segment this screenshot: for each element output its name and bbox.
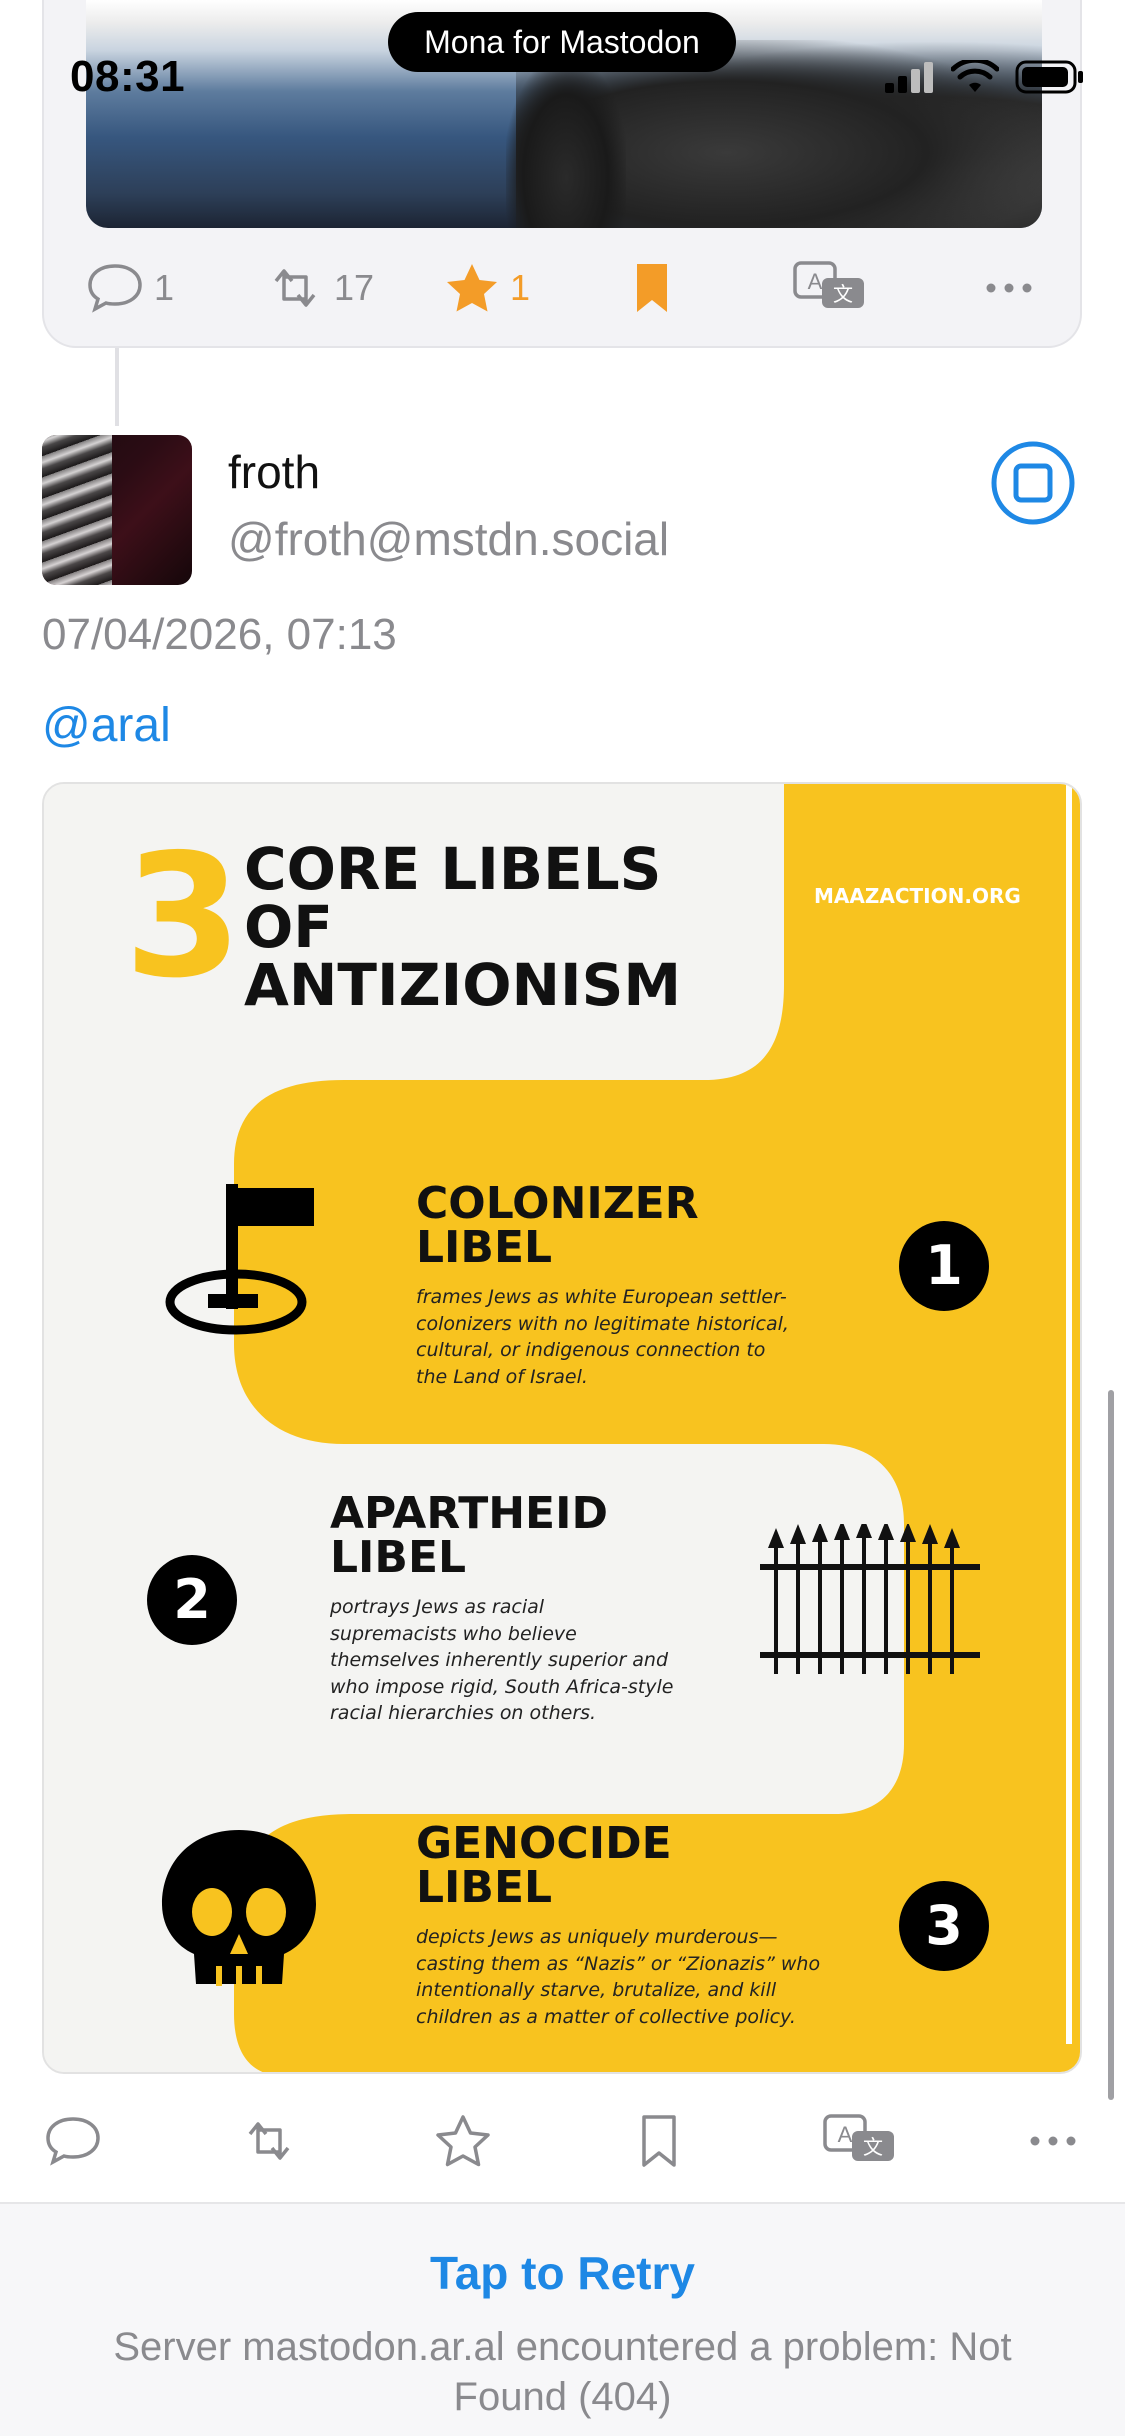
- item1-body-line: the Land of Israel.: [416, 1365, 588, 1388]
- more-button[interactable]: [984, 258, 1034, 318]
- translate-icon: A文: [793, 261, 864, 308]
- item2-body-line: themselves inherently superior and: [330, 1649, 669, 1672]
- svg-text:A: A: [808, 269, 823, 294]
- reply-icon: [88, 264, 142, 313]
- boost-button[interactable]: [234, 2108, 304, 2174]
- follow-square-icon[interactable]: [990, 440, 1076, 526]
- item3-title-line1: GENOCIDE: [416, 1818, 672, 1869]
- bookmark-filled-icon: [637, 264, 667, 312]
- item1-body-line: frames Jews as white European settler-: [416, 1286, 787, 1308]
- reply-count: 1: [154, 267, 175, 308]
- infographic-title-line3: ANTIZIONISM: [244, 951, 682, 1019]
- star-outline-icon: [436, 2115, 490, 2167]
- bookmark-button[interactable]: [634, 258, 670, 318]
- flag-icon: [165, 1184, 314, 1335]
- boost-icon: [274, 269, 316, 307]
- wifi-icon: [951, 60, 999, 92]
- item2-number: 2: [173, 1568, 211, 1631]
- post-timestamp: 07/04/2026, 07:13: [42, 610, 397, 659]
- item3-body-line: casting them as “Nazis” or “Zionazis” wh…: [416, 1952, 821, 1975]
- ellipsis-icon: [986, 283, 1032, 293]
- item1-title-line2: LIBEL: [416, 1222, 553, 1273]
- battery-icon: [1015, 60, 1083, 94]
- status-icons: [883, 60, 1085, 94]
- number-badge-1: 1: [899, 1221, 989, 1311]
- item3-body: depicts Jews as uniquely murderous— cast…: [416, 1924, 820, 2030]
- svg-text:A: A: [838, 2122, 853, 2147]
- fence-icon: [760, 1524, 980, 1674]
- crowd-shape-2: [506, 60, 626, 228]
- item2-body-line: portrays Jews as racial: [330, 1596, 545, 1618]
- post-actions: A文: [0, 2108, 1125, 2174]
- translate-button[interactable]: A文: [820, 2108, 900, 2174]
- svg-text:文: 文: [833, 282, 853, 306]
- number-badge-2: 2: [147, 1555, 237, 1645]
- boost-button[interactable]: 17: [266, 258, 374, 318]
- item1-body-line: colonizers with no legitimate historical…: [416, 1312, 789, 1335]
- avatar[interactable]: [42, 435, 192, 585]
- item1-number: 1: [925, 1234, 963, 1297]
- item1-body-line: cultural, or indigenous connection to: [416, 1339, 766, 1362]
- bookmark-outline-icon: [642, 2115, 676, 2167]
- avatar-image-detail: [42, 435, 112, 585]
- media-attachment[interactable]: 3 CORE LIBELS OF ANTIZIONISM MAAZACTION.…: [42, 782, 1082, 2074]
- bookmark-button[interactable]: [624, 2108, 694, 2174]
- reply-icon: [46, 2117, 100, 2166]
- item2-body: portrays Jews as racial supremacists who…: [330, 1594, 673, 1727]
- infographic-big-number: 3: [124, 818, 243, 1016]
- status-time: 08:31: [70, 52, 186, 101]
- infographic-title-line2: OF: [244, 893, 333, 961]
- favourite-count: 1: [510, 267, 531, 308]
- infographic-site-label: MAAZACTION.ORG: [814, 884, 1021, 908]
- ellipsis-icon: [1030, 2136, 1076, 2146]
- more-button[interactable]: [1018, 2108, 1088, 2174]
- boost-count: 17: [334, 267, 375, 308]
- item2-body-line: supremacists who believe: [330, 1622, 577, 1645]
- previous-post-actions: 1 17 1 A文: [44, 258, 1084, 318]
- item2-title-line2: LIBEL: [330, 1532, 467, 1583]
- translate-icon: A文: [823, 2114, 894, 2161]
- item3-body-line: intentionally starve, brutalize, and kil…: [416, 1979, 777, 2002]
- error-message: Server mastodon.ar.al encountered a prob…: [113, 2325, 1012, 2419]
- item2-body-line: racial hierarchies on others.: [330, 1702, 597, 1725]
- item3-body-line: children as a matter of collective polic…: [416, 2005, 796, 2028]
- app-name-pill[interactable]: Mona for Mastodon: [388, 12, 736, 72]
- account-handle[interactable]: @froth@mstdn.social: [228, 512, 669, 566]
- favourite-button[interactable]: 1: [444, 258, 530, 318]
- skull-icon: [162, 1830, 316, 1986]
- thread-connector-line: [115, 348, 119, 426]
- reply-button[interactable]: [38, 2108, 108, 2174]
- mention-link[interactable]: @aral: [42, 698, 171, 753]
- item3-number: 3: [925, 1894, 963, 1957]
- star-filled-icon: [447, 264, 497, 312]
- item1-title-line1: COLONIZER: [416, 1178, 699, 1229]
- translate-button[interactable]: A文: [792, 258, 868, 318]
- item3-body-line: depicts Jews as uniquely murderous—: [416, 1926, 778, 1948]
- item3-title-line2: LIBEL: [416, 1862, 553, 1913]
- svg-text:文: 文: [863, 2135, 883, 2159]
- item1-body: frames Jews as white European settler- c…: [416, 1284, 789, 1390]
- item2-body-line: who impose rigid, South Africa-style: [330, 1675, 674, 1698]
- tap-to-retry-button[interactable]: Tap to Retry: [0, 2246, 1125, 2300]
- number-badge-3: 3: [899, 1881, 989, 1971]
- cellular-signal-icon: [885, 62, 933, 93]
- scrollbar[interactable]: [1108, 1390, 1114, 2100]
- display-name[interactable]: froth: [228, 445, 320, 499]
- favourite-button[interactable]: [428, 2108, 498, 2174]
- boost-icon: [248, 2122, 290, 2160]
- infographic-title-line1: CORE LIBELS: [244, 835, 662, 903]
- item2-title-line1: APARTHEID: [330, 1488, 609, 1539]
- reply-button[interactable]: 1: [86, 258, 174, 318]
